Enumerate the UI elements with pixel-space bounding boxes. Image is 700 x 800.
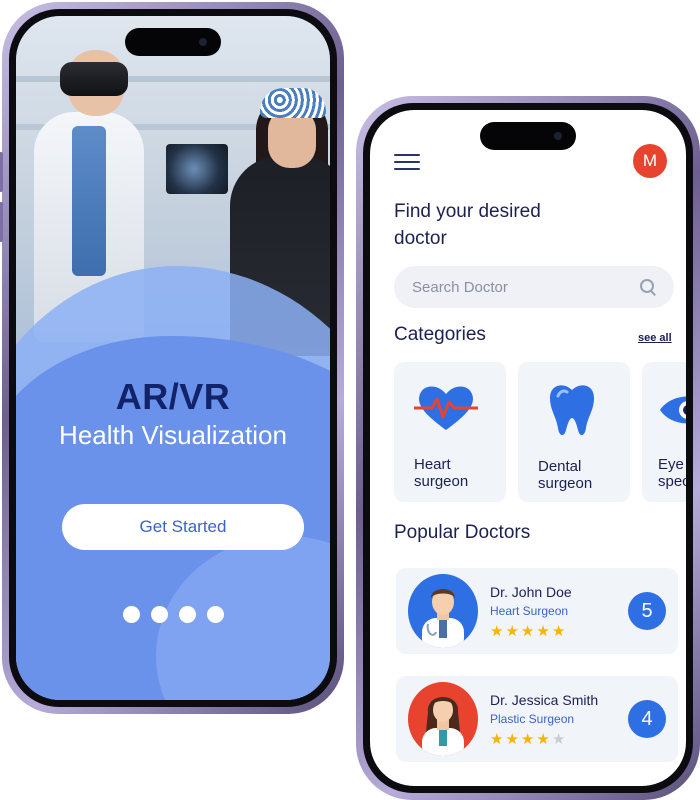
doctor-shirt (72, 126, 106, 276)
doctor-specialty: Plastic Surgeon (490, 712, 575, 726)
category-label: Eye spec (658, 456, 686, 490)
doctor-rating-badge: 4 (628, 700, 666, 738)
user-avatar[interactable]: M (633, 144, 667, 178)
star-icon: ★ (551, 731, 568, 748)
dynamic-island (125, 28, 221, 56)
get-started-button[interactable]: Get Started (62, 504, 304, 550)
doctor-card[interactable]: Dr. John Doe Heart Surgeon ★★★★★ 5 (396, 568, 678, 654)
home-screen: M Find your desired doctor Search Doctor… (370, 110, 686, 786)
star-icon: ★ (490, 623, 506, 640)
tooth-icon (550, 385, 594, 436)
page-dot[interactable] (206, 606, 224, 623)
star-icon: ★ (505, 623, 521, 640)
eeg-cap-icon (260, 88, 326, 118)
doctor-avatar (408, 574, 478, 648)
star-icon: ★ (520, 731, 537, 748)
hero-title: AR/VR (115, 376, 231, 417)
page-dot[interactable] (150, 606, 168, 623)
volume-button (0, 202, 3, 242)
dynamic-island (480, 122, 576, 150)
category-label: Heart surgeon (414, 456, 469, 490)
onboarding-screen: AR/VR Health Visualization Get Started (16, 16, 330, 700)
doctor-specialty: Heart Surgeon (490, 604, 569, 618)
search-input[interactable]: Search Doctor (394, 266, 674, 308)
popular-doctors-heading: Popular Doctors (394, 522, 531, 543)
eye-icon (660, 396, 686, 424)
search-placeholder: Search Doctor (412, 278, 508, 296)
volume-button (0, 152, 3, 192)
categories-heading: Categories (394, 324, 486, 345)
category-card-heart[interactable]: Heart surgeon (394, 362, 506, 502)
page-title: Find your desired doctor (394, 201, 541, 249)
category-label: Dental surgeon (538, 458, 593, 492)
doctor-name: Dr. Jessica Smith (490, 692, 599, 708)
hero-subtitle: Health Visualization (59, 420, 287, 450)
search-icon[interactable] (640, 279, 656, 295)
star-icon: ★ (490, 731, 506, 748)
doctor-avatar (408, 682, 478, 756)
see-all-link[interactable]: see all (638, 332, 672, 344)
phone-bezel: AR/VR Health Visualization Get Started (9, 9, 337, 707)
page-indicator (16, 606, 330, 623)
rating-stars: ★★★★★ (490, 730, 567, 748)
category-card-eye[interactable]: Eye spec (642, 362, 686, 502)
phone-frame-right: M Find your desired doctor Search Doctor… (356, 96, 700, 800)
doctor-name: Dr. John Doe (490, 584, 572, 600)
star-icon: ★ (536, 623, 552, 640)
doctor-rating-badge: 5 (628, 592, 666, 630)
star-icon: ★ (520, 623, 537, 640)
category-card-dental[interactable]: Dental surgeon (518, 362, 630, 502)
brain-scan-monitor (166, 144, 228, 194)
page-dot[interactable] (178, 606, 196, 623)
heart-pulse-icon (414, 386, 478, 430)
phone-bezel: M Find your desired doctor Search Doctor… (363, 103, 693, 793)
page-dot[interactable] (122, 606, 140, 623)
hamburger-menu-icon[interactable] (394, 154, 420, 172)
vr-headset-icon (60, 62, 128, 96)
star-icon: ★ (551, 623, 568, 640)
star-icon: ★ (505, 731, 521, 748)
doctor-card[interactable]: Dr. Jessica Smith Plastic Surgeon ★★★★★ … (396, 676, 678, 762)
phone-frame-left: AR/VR Health Visualization Get Started (0, 2, 344, 714)
rating-stars: ★★★★★ (490, 622, 567, 640)
star-icon: ★ (536, 731, 552, 748)
